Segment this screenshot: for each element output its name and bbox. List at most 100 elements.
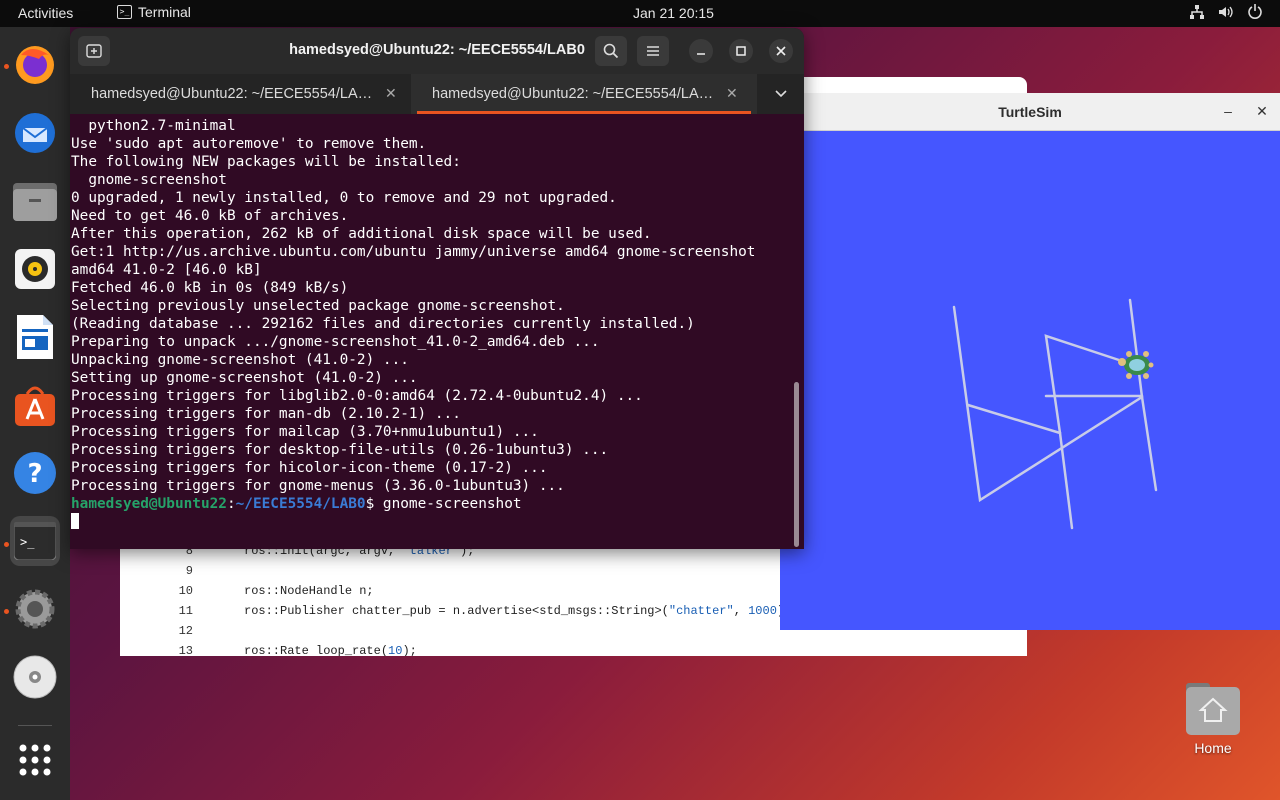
close-button[interactable] <box>769 39 793 63</box>
files-icon[interactable] <box>10 176 60 226</box>
activities-button[interactable]: Activities <box>18 5 73 21</box>
dock-separator <box>18 725 52 726</box>
prompt-path: ~/EECE5554/LAB0 <box>235 496 366 512</box>
line-number: 11 <box>178 604 193 618</box>
home-folder-icon <box>1186 683 1240 735</box>
output-line: Get:1 http://us.archive.ubuntu.com/ubunt… <box>71 244 756 260</box>
output-line: python2.7-minimal <box>71 118 236 134</box>
search-button[interactable] <box>595 36 627 66</box>
dvd-icon[interactable] <box>10 652 60 702</box>
hamburger-icon <box>647 46 659 56</box>
output-line: Processing triggers for gnome-menus (3.3… <box>71 478 565 494</box>
turtlesim-window[interactable]: TurtleSim – ✕ <box>780 93 1280 630</box>
help-icon[interactable]: ? <box>10 448 60 498</box>
line-number: 9 <box>185 564 193 578</box>
clock[interactable]: Jan 21 20:15 <box>633 5 714 21</box>
show-apps-icon[interactable] <box>10 735 60 785</box>
maximize-icon <box>736 46 746 56</box>
active-tab-indicator <box>417 111 751 114</box>
network-icon <box>1190 4 1204 19</box>
tab-1[interactable]: hamedsyed@Ubuntu22: ~/EECE5554/LA… ✕ <box>70 74 411 114</box>
output-line: Use 'sudo apt autoremove' to remove them… <box>71 136 427 152</box>
libreoffice-writer-icon[interactable] <box>10 312 60 362</box>
tab-label: hamedsyed@Ubuntu22: ~/EECE5554/LA… <box>432 86 714 102</box>
settings-icon[interactable] <box>10 584 60 634</box>
output-line: Processing triggers for man-db (2.10.2-1… <box>71 406 461 422</box>
close-icon <box>776 46 786 56</box>
scrollbar[interactable] <box>794 382 799 547</box>
close-tab-icon[interactable]: ✕ <box>385 85 397 102</box>
line-number: 10 <box>178 584 193 598</box>
turtlesim-title: TurtleSim <box>998 104 1062 120</box>
close-button[interactable]: ✕ <box>1252 101 1272 121</box>
line-number: 13 <box>178 644 193 656</box>
minimize-icon <box>697 53 705 55</box>
output-line: Unpacking gnome-screenshot (41.0-2) ... <box>71 352 409 368</box>
prompt-separator: : <box>226 496 236 512</box>
desktop-home[interactable]: Home <box>1178 683 1248 756</box>
terminal-icon[interactable]: >_ <box>10 516 60 566</box>
output-line: Need to get 46.0 kB of archives. <box>71 208 349 224</box>
terminal-icon: >_ <box>117 5 132 19</box>
app-menu-label: Terminal <box>138 4 191 20</box>
output-line: (Reading database ... 292162 files and d… <box>71 316 695 332</box>
output-line: Processing triggers for mailcap (3.70+nm… <box>71 424 539 440</box>
svg-text:>_: >_ <box>20 535 35 549</box>
output-line: gnome-screenshot <box>71 172 227 188</box>
output-line: Selecting previously unselected package … <box>71 298 565 314</box>
turtle-path <box>1044 334 1127 435</box>
firefox-icon[interactable] <box>10 40 60 90</box>
terminal-window[interactable]: hamedsyed@Ubuntu22: ~/EECE5554/LAB0 hame… <box>70 28 804 549</box>
cursor <box>71 513 79 529</box>
close-tab-icon[interactable]: ✕ <box>726 85 738 102</box>
output-line: Preparing to unpack .../gnome-screenshot… <box>71 334 600 350</box>
output-line: amd64 41.0-2 [46.0 kB] <box>71 262 262 278</box>
dock: ? >_ <box>0 27 70 800</box>
output-line: 0 upgraded, 1 newly installed, 0 to remo… <box>71 190 617 206</box>
system-tray[interactable] <box>1190 4 1262 19</box>
top-bar: Activities >_ Terminal Jan 21 20:15 <box>0 0 1280 27</box>
output-line: After this operation, 262 kB of addition… <box>71 226 652 242</box>
power-icon <box>1248 4 1262 19</box>
running-indicator <box>4 542 9 547</box>
output-line: The following NEW packages will be insta… <box>71 154 461 170</box>
turtle-path <box>966 403 1074 530</box>
terminal-output[interactable]: python2.7-minimal Use 'sudo apt autoremov… <box>71 117 791 531</box>
app-menu[interactable]: >_ Terminal <box>117 4 191 20</box>
chevron-down-icon[interactable] <box>774 86 788 100</box>
search-icon <box>603 43 619 59</box>
terminal-headerbar[interactable]: hamedsyed@Ubuntu22: ~/EECE5554/LAB0 <box>70 28 804 74</box>
home-label: Home <box>1194 740 1232 756</box>
rhythmbox-icon[interactable] <box>10 244 60 294</box>
prompt-symbol: $ <box>365 496 383 512</box>
turtlesim-titlebar[interactable]: TurtleSim – ✕ <box>780 93 1280 131</box>
menu-button[interactable] <box>637 36 669 66</box>
tab-label: hamedsyed@Ubuntu22: ~/EECE5554/LA… <box>91 86 373 102</box>
code-text: ros::NodeHandle n; <box>244 584 374 598</box>
code-text: ros::Rate loop_rate(10); <box>244 644 417 656</box>
minimize-button[interactable]: – <box>1218 101 1238 121</box>
turtle-path <box>952 298 1144 503</box>
turtle-path <box>1140 395 1158 492</box>
output-line: Fetched 46.0 kB in 0s (849 kB/s) <box>71 280 349 296</box>
turtle-sprite <box>1118 351 1154 379</box>
minimize-button[interactable] <box>689 39 713 63</box>
code-line: 13 ros::Rate loop_rate(10); <box>120 644 1027 656</box>
line-number: 12 <box>178 624 193 638</box>
input-line[interactable] <box>71 513 791 531</box>
running-indicator <box>4 64 9 69</box>
turtlesim-canvas <box>952 298 1158 530</box>
thunderbird-icon[interactable] <box>10 108 60 158</box>
maximize-button[interactable] <box>729 39 753 63</box>
output-line: Processing triggers for desktop-file-uti… <box>71 442 609 458</box>
code-text: ros::Publisher chatter_pub = n.advertise… <box>244 604 791 618</box>
command-text: gnome-screenshot <box>382 496 522 512</box>
tab-2[interactable]: hamedsyed@Ubuntu22: ~/EECE5554/LA… ✕ <box>411 74 757 114</box>
app-center-icon[interactable] <box>10 380 60 430</box>
volume-icon <box>1219 6 1233 17</box>
tab-bar: hamedsyed@Ubuntu22: ~/EECE5554/LA… ✕ ham… <box>70 74 804 114</box>
output-line: Setting up gnome-screenshot (41.0-2) ... <box>71 370 418 386</box>
output-line: Processing triggers for libglib2.0-0:amd… <box>71 388 643 404</box>
output-line: Processing triggers for hicolor-icon-the… <box>71 460 548 476</box>
svg-text:?: ? <box>27 459 42 489</box>
